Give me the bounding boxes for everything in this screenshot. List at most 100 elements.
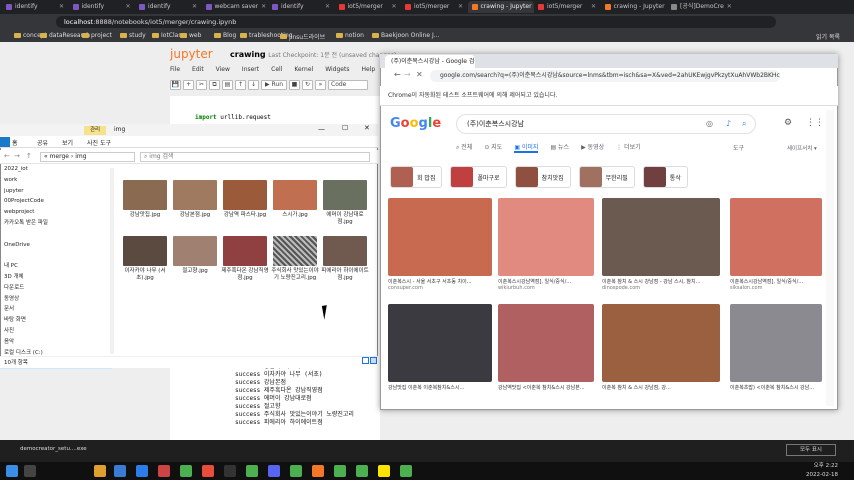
windows-start-icon[interactable] (6, 465, 18, 477)
app-icon[interactable] (158, 465, 170, 477)
up-icon[interactable]: ↑ (26, 152, 32, 160)
nav-item[interactable]: jupyter (0, 186, 112, 197)
nav-item[interactable]: 카카오톡 받은 파일 (0, 218, 112, 229)
nav-item[interactable]: 사진 (0, 326, 112, 337)
explorer-search-input[interactable]: ⌕ img 검색 (140, 152, 370, 162)
google-tab[interactable]: ⌕ 전체 (456, 142, 472, 153)
search-icon[interactable]: ⌕ (742, 119, 746, 129)
menu-item[interactable]: Insert (242, 66, 259, 78)
close-icon[interactable]: ✕ (416, 70, 423, 79)
nav-item[interactable] (0, 229, 112, 240)
bookmark-item[interactable]: web (180, 32, 201, 39)
kakaotalk-icon[interactable] (378, 465, 390, 477)
google-tab[interactable]: ▤ 뉴스 (550, 142, 569, 153)
tab-close-icon[interactable]: ✕ (591, 1, 596, 13)
tools-button[interactable]: 도구 (733, 143, 744, 152)
bookmark-item[interactable]: jinsu드라이브 (280, 32, 325, 41)
browser-tab[interactable]: iot5/merger ✕ (401, 1, 467, 13)
maximize-icon[interactable]: ☐ (342, 124, 348, 132)
related-chip[interactable]: 무한리필 (578, 166, 635, 188)
stop-icon[interactable]: ■ (289, 80, 300, 90)
nav-item[interactable]: 3D 개체 (0, 272, 112, 283)
bookmark-item[interactable]: notion (336, 32, 364, 39)
apps-icon[interactable]: ⋮⋮ (806, 118, 824, 128)
nav-item[interactable]: 다운로드 (0, 283, 112, 294)
file-item[interactable]: 절고향.jpg (170, 236, 220, 275)
image-result[interactable]: 이춘복스시강남역점], 일식/중식/... wikiurbuh.com (498, 198, 594, 291)
browser-tab[interactable]: identify ✕ (268, 1, 334, 13)
bookmark-item[interactable]: Blog (214, 32, 236, 39)
menu-item[interactable]: Kernel (294, 66, 313, 78)
ribbon-tab[interactable]: 보기 (62, 138, 73, 147)
image-result[interactable]: 강남맛집 이춘복 이춘복참치&스시... (388, 304, 492, 391)
file-item[interactable]: 강남본점.jpg (170, 180, 220, 219)
browser-tab[interactable]: crawing - Jupyter✕ (467, 1, 534, 13)
copy-icon[interactable]: ⧉ (209, 80, 220, 90)
download-item[interactable]: democreator_setu....exe (20, 446, 87, 452)
google-tab[interactable]: ⋮ 더보기 (616, 142, 640, 153)
browser-tab[interactable]: webcam saver ✕ (202, 1, 268, 13)
image-result[interactable]: 이춘복 참치 & 스시 강남점, 강... (602, 304, 720, 391)
nav-item[interactable]: 00ProjectCode (0, 196, 112, 207)
google-tab[interactable]: ⊙ 지도 (484, 142, 502, 153)
browser-tab[interactable]: identify ✕ (2, 1, 68, 13)
run-button[interactable]: ▶ Run (261, 80, 287, 90)
jupyter-logo[interactable]: jupyter (170, 47, 213, 61)
add-cell-icon[interactable]: + (183, 80, 194, 90)
related-chip[interactable]: 참치맛집 (514, 166, 571, 188)
save-icon[interactable]: 💾 (170, 80, 181, 90)
file-item[interactable]: 주식회사 맛있는이야기 노량진고리.jpg (270, 236, 320, 282)
chrome-icon[interactable] (246, 465, 258, 477)
menu-item[interactable]: File (170, 66, 180, 78)
taskbar-clock[interactable]: 오후 2:22 2022-02-18 (806, 462, 838, 480)
google-tab[interactable]: ▣ 이미지 (514, 142, 539, 153)
file-item[interactable]: 에머이 강남대로점.jpg (320, 180, 370, 226)
chrome-icon[interactable] (400, 465, 412, 477)
ribbon-tab[interactable]: 사진 도구 (87, 138, 111, 147)
file-item[interactable]: 스시가.jpg (270, 180, 320, 219)
image-result[interactable]: 강남역맛집 <이춘복 참치&스시 강남본... (498, 304, 594, 391)
file-item[interactable]: 강남맛집.jpg (120, 180, 170, 219)
file-menu[interactable] (0, 137, 10, 147)
tab-close-icon[interactable]: ✕ (391, 1, 396, 13)
file-item[interactable]: 이자카야 나무 (서초).jpg (120, 236, 170, 282)
image-result[interactable]: 이춘복스시 - 서울 서초구 서초동 치이... consuper.com (388, 198, 492, 291)
popup-address-bar[interactable]: google.com/search?q=(주)이춘복스시강남&source=ln… (430, 70, 780, 82)
minimize-icon[interactable]: — (318, 125, 325, 133)
tab-close-icon[interactable]: ✕ (192, 1, 197, 13)
back-icon[interactable]: ← (4, 152, 10, 160)
related-chip[interactable]: 통삭 (642, 166, 688, 188)
menu-item[interactable]: Help (361, 66, 375, 78)
browser-tab[interactable]: [공식]DemoCre ✕ (667, 1, 733, 13)
paste-icon[interactable]: ▤ (222, 80, 233, 90)
nav-item[interactable]: 음악 (0, 337, 112, 348)
file-item[interactable]: 강남역 파스타.jpg (220, 180, 270, 219)
app-icon[interactable] (202, 465, 214, 477)
bookmark-item[interactable]: study (120, 32, 146, 39)
chrome-icon[interactable] (290, 465, 302, 477)
bookmark-item[interactable]: project (82, 32, 112, 39)
tab-close-icon[interactable]: ✕ (458, 1, 463, 13)
menu-item[interactable]: Edit (192, 66, 204, 78)
app-icon[interactable] (268, 465, 280, 477)
ribbon-tab[interactable]: 홈 (12, 138, 18, 147)
gear-icon[interactable]: ⚙ (784, 118, 792, 128)
store-icon[interactable] (114, 465, 126, 477)
file-explorer-icon[interactable] (94, 465, 106, 477)
reading-list[interactable]: 읽기 목록 (816, 32, 840, 41)
google-tab[interactable]: ▶ 동영상 (581, 142, 604, 153)
menu-item[interactable]: View (216, 66, 230, 78)
forward-icon[interactable]: → (14, 152, 20, 160)
details-view-icon[interactable] (362, 357, 369, 364)
close-icon[interactable]: ✕ (364, 124, 370, 132)
camera-icon[interactable]: ◎ (706, 119, 713, 128)
search-icon[interactable] (24, 465, 36, 477)
menu-item[interactable]: Cell (271, 66, 282, 78)
jupyter-icon[interactable] (312, 465, 324, 477)
move-down-icon[interactable]: ↓ (248, 80, 259, 90)
terminal-icon[interactable] (224, 465, 236, 477)
bookmark-item[interactable]: Baekjoon Online J... (372, 32, 439, 39)
chrome-icon[interactable] (180, 465, 192, 477)
image-result[interactable]: 이춘복초밥) <이춘복 참치&스시 강남... (730, 304, 822, 391)
tab-close-icon[interactable]: ✕ (261, 1, 266, 13)
